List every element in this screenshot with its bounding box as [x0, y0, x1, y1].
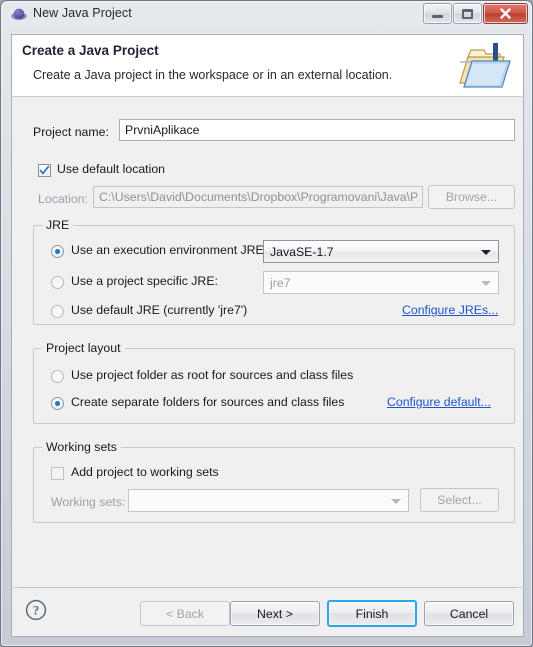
- cancel-label: Cancel: [449, 606, 489, 621]
- project-name-label: Project name:: [33, 125, 109, 139]
- chevron-down-icon: [481, 280, 491, 286]
- help-icon[interactable]: ?: [25, 599, 47, 621]
- title-bar: New Java Project: [1, 1, 532, 29]
- project-specific-jre-combo[interactable]: jre7: [263, 271, 499, 294]
- chevron-down-icon: [391, 498, 401, 504]
- next-label: Next >: [257, 606, 293, 621]
- project-name-input[interactable]: PrvniAplikace: [119, 119, 515, 141]
- wizard-content: Project name: PrvniAplikace Use default …: [11, 96, 524, 587]
- location-value: C:\Users\David\Documents\Dropbox\Program…: [99, 190, 419, 204]
- page-description: Create a Java project in the workspace o…: [33, 68, 393, 82]
- jre-group: JRE Use an execution environment JRE: Ja…: [33, 218, 515, 325]
- execution-environment-jre-label: Use an execution environment JRE:: [71, 243, 268, 257]
- execution-environment-combo[interactable]: JavaSE-1.7: [263, 240, 499, 263]
- configure-jres-link[interactable]: Configure JREs...: [402, 303, 498, 317]
- radio-execution-environment-jre[interactable]: [51, 245, 64, 258]
- separate-folders-label: Create separate folders for sources and …: [71, 395, 345, 409]
- radio-separate-folders[interactable]: [51, 397, 64, 410]
- location-label: Location:: [38, 192, 88, 206]
- project-layout-group-title: Project layout: [42, 341, 125, 355]
- svg-text:?: ?: [33, 603, 40, 618]
- chevron-down-icon: [481, 249, 491, 255]
- execution-environment-value: JavaSE-1.7: [270, 244, 334, 259]
- finish-button[interactable]: Finish: [327, 600, 417, 627]
- browse-label: Browse...: [445, 190, 498, 204]
- project-folder-root-label: Use project folder as root for sources a…: [71, 368, 354, 382]
- finish-label: Finish: [355, 606, 389, 621]
- project-layout-group: Project layout Use project folder as roo…: [33, 341, 515, 424]
- close-button[interactable]: [483, 3, 528, 24]
- working-sets-field-label: Working sets:: [51, 495, 126, 509]
- wizard-header: Create a Java Project Create a Java proj…: [11, 34, 524, 96]
- radio-dot: [55, 401, 60, 406]
- working-sets-group-title: Working sets: [42, 440, 121, 454]
- dialog-window: New Java Project Create a Java Project C…: [0, 0, 533, 647]
- browse-button[interactable]: Browse...: [428, 185, 515, 209]
- radio-default-jre[interactable]: [51, 305, 64, 318]
- select-working-sets-button[interactable]: Select...: [420, 488, 499, 512]
- jre-group-title: JRE: [42, 218, 74, 232]
- working-sets-combo[interactable]: [128, 489, 409, 512]
- window-title: New Java Project: [33, 6, 132, 20]
- check-icon: [39, 165, 50, 175]
- add-project-to-working-sets-label: Add project to working sets: [71, 465, 219, 479]
- minimize-button[interactable]: [423, 3, 452, 24]
- caption-button-group: [422, 3, 528, 24]
- select-label: Select...: [437, 493, 482, 507]
- back-label: < Back: [166, 606, 204, 621]
- default-jre-label: Use default JRE (currently 'jre7'): [71, 303, 248, 317]
- radio-dot: [55, 249, 60, 254]
- project-specific-jre-label: Use a project specific JRE:: [71, 274, 218, 288]
- page-title: Create a Java Project: [22, 43, 159, 58]
- radio-project-folder-root[interactable]: [51, 370, 64, 383]
- project-name-value: PrvniAplikace: [125, 123, 200, 137]
- configure-default-link[interactable]: Configure default...: [387, 395, 491, 409]
- cancel-button[interactable]: Cancel: [424, 601, 514, 626]
- new-java-project-banner-icon: [454, 37, 516, 95]
- radio-project-specific-jre[interactable]: [51, 276, 64, 289]
- location-input[interactable]: C:\Users\David\Documents\Dropbox\Program…: [93, 186, 423, 208]
- use-default-location-checkbox[interactable]: [38, 164, 51, 177]
- use-default-location-label: Use default location: [57, 162, 166, 176]
- working-sets-group: Working sets Add project to working sets…: [33, 440, 515, 523]
- java-project-icon: [11, 7, 27, 23]
- next-button[interactable]: Next >: [230, 601, 320, 626]
- maximize-button[interactable]: [453, 3, 482, 24]
- add-project-to-working-sets-checkbox[interactable]: [51, 467, 64, 480]
- back-button[interactable]: < Back: [140, 601, 230, 626]
- project-specific-jre-value: jre7: [270, 275, 291, 290]
